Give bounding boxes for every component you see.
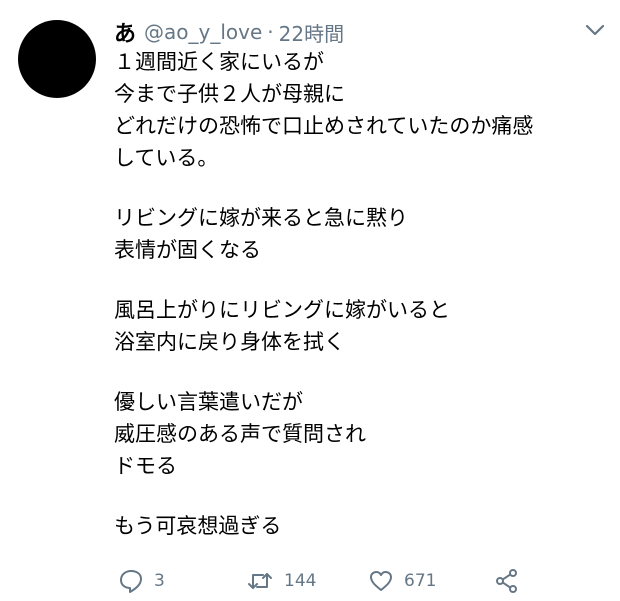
tweet-line: 風呂上がりにリビングに嫁がいると [114,298,450,322]
tweet-line: 優しい言葉遣いだが [114,390,303,414]
retweet-count: 144 [284,571,317,591]
avatar[interactable] [18,20,96,98]
display-name[interactable]: あ [114,16,136,48]
tweet-text: １週間近く家にいるが 今まで子供２人が母親に どれだけの恐怖で口止めされていたの… [114,46,609,542]
tweet-header: あ @ao_y_love · 22時間 [114,14,620,50]
separator-dot: · [267,20,274,44]
share-icon [494,568,520,594]
tweet-line: どれだけの恐怖で口止めされていたのか痛感 [114,114,534,138]
tweet-line: 浴室内に戻り身体を拭く [114,330,345,354]
chevron-down-icon[interactable] [584,22,606,36]
tweet-line: 威圧感のある声で質問され [114,422,366,446]
timestamp[interactable]: 22時間 [279,18,344,47]
tweet-line: リビングに嫁が来ると急に黙り [114,206,408,230]
tweet-line: １週間近く家にいるが [114,50,324,74]
tweet-line: している。 [114,146,219,170]
tweet-line: 表情が固くなる [114,238,261,262]
handle[interactable]: @ao_y_love [144,20,262,44]
tweet-line: ドモる [114,454,177,478]
line-break [114,174,609,202]
heart-icon [368,568,394,594]
line-break [114,266,609,294]
like-button[interactable]: 671 [368,566,436,596]
reply-icon [118,568,144,594]
line-break [114,358,609,386]
reply-count: 3 [154,571,165,591]
like-count: 671 [404,571,437,591]
tweet-line: 今まで子供２人が母親に [114,82,345,106]
reply-button[interactable]: 3 [118,566,165,596]
retweet-button[interactable]: 144 [246,566,316,596]
line-break [114,482,609,510]
action-bar: 3 144 671 [118,566,620,596]
retweet-icon [246,568,274,594]
share-button[interactable] [494,566,520,596]
tweet-line: もう可哀想過ぎる [114,514,282,538]
